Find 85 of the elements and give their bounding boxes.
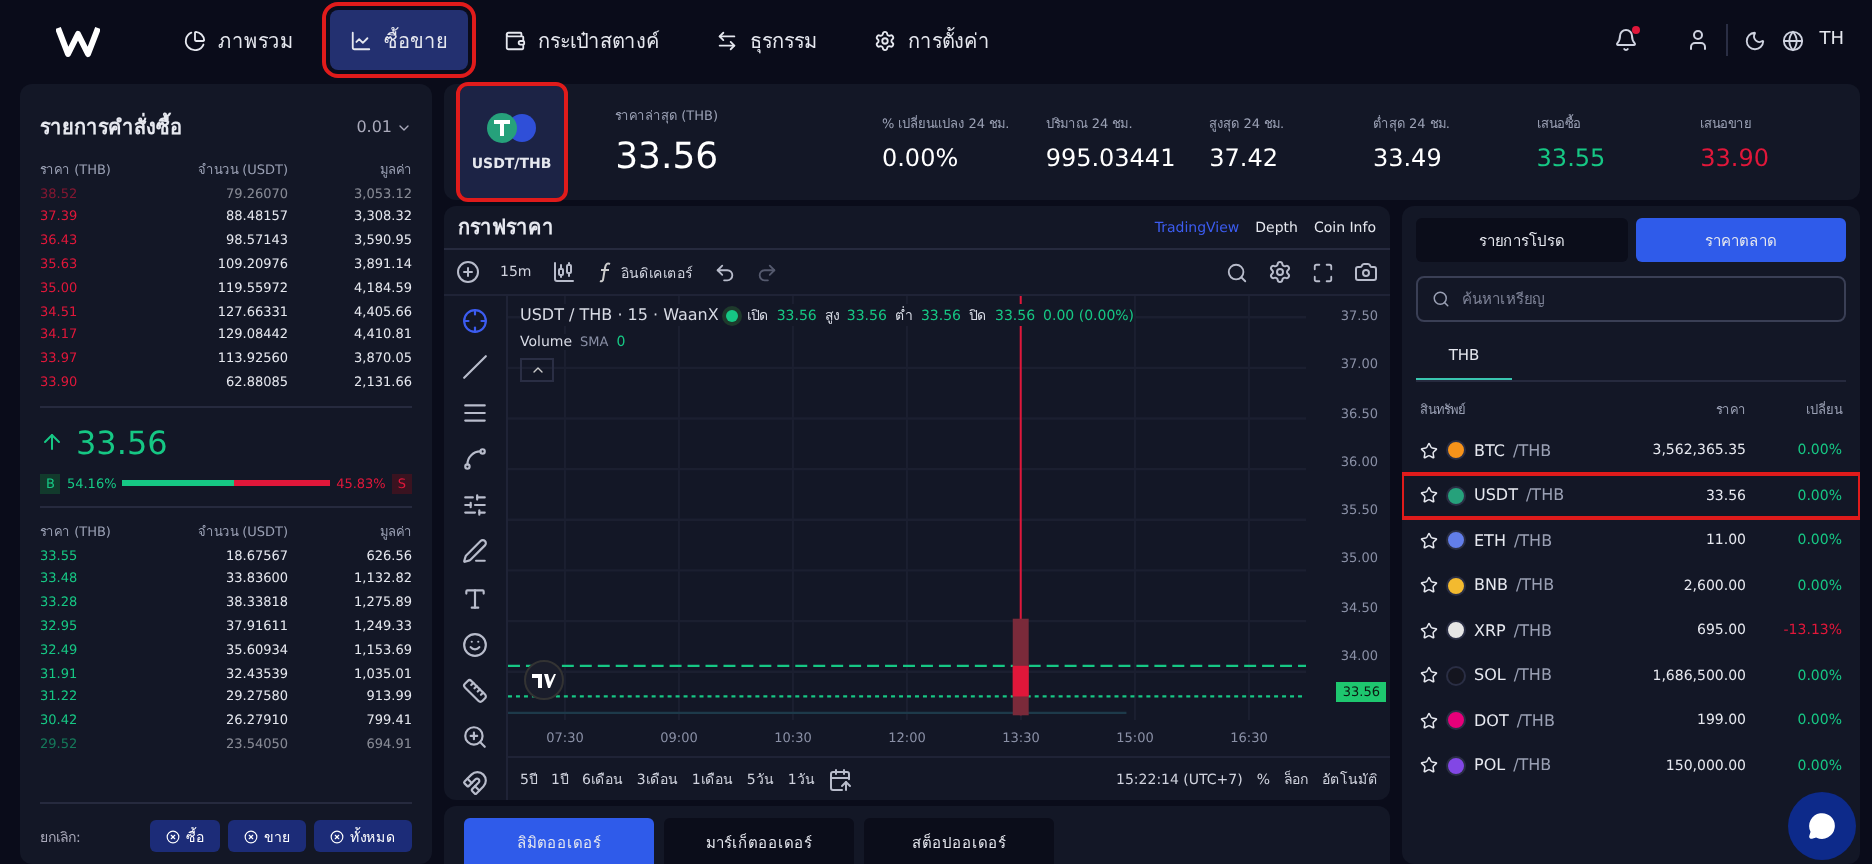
star-icon[interactable]: [1420, 531, 1438, 550]
up-arrow-icon: [40, 430, 64, 455]
nav-tab[interactable]: ธุรกรรม: [696, 10, 838, 70]
nav-tab[interactable]: กระเป๋าสตางค์: [484, 10, 680, 70]
panel-title: รายการคำสั่งซื้อ: [40, 112, 182, 142]
star-icon[interactable]: [1420, 621, 1438, 640]
undo-icon[interactable]: [713, 261, 736, 283]
pair-base: SOL: [1474, 666, 1506, 685]
nav-tab[interactable]: ภาพรวม: [164, 10, 314, 70]
settings-icon[interactable]: [1268, 260, 1292, 284]
lines-tool-icon[interactable]: [462, 400, 488, 427]
pair-quote: /THB: [1513, 666, 1552, 685]
pair-quote: /THB: [1525, 486, 1565, 505]
cancel-icon: [244, 829, 258, 843]
transfer-arrows-icon: [716, 29, 738, 51]
redo-icon[interactable]: [755, 261, 778, 283]
stat-value: 37.42: [1209, 143, 1280, 171]
stat-value: 33.56: [615, 136, 721, 178]
logo-icon[interactable]: [56, 22, 100, 58]
pair-quote: /THB: [1513, 441, 1552, 460]
settings-icon: [874, 29, 896, 51]
globe-icon[interactable]: [1781, 29, 1804, 51]
stat-value: 0.00%: [881, 143, 961, 171]
stat-value: 33.49: [1372, 143, 1444, 171]
logo-mark-icon: [532, 673, 556, 687]
cancel-icon: [330, 829, 344, 843]
wallet-icon: [504, 29, 526, 51]
brush-icon[interactable]: [462, 538, 488, 565]
symbol-label: USDT / THB · 15 · WaanX: [520, 306, 719, 324]
line-chart-icon: [350, 29, 372, 51]
pair-base: USDT: [1474, 486, 1518, 505]
collapse-button[interactable]: [520, 358, 554, 382]
pair-quote: /THB: [1515, 576, 1555, 595]
pair-quote: /THB: [1513, 531, 1553, 550]
function-icon: [595, 260, 616, 284]
bell-icon[interactable]: [1613, 28, 1638, 52]
line-tool-icon[interactable]: [462, 354, 488, 381]
stat-value: 33.55: [1536, 143, 1608, 171]
stat-value: 995.03441: [1045, 143, 1178, 171]
chat-bubble-icon: [1808, 812, 1836, 840]
camera-icon[interactable]: [1354, 260, 1378, 284]
last-price: 33.56: [76, 423, 168, 462]
zoom-icon[interactable]: [462, 723, 488, 750]
add-icon[interactable]: [456, 260, 480, 284]
precision-dropdown[interactable]: 0.01: [356, 118, 412, 136]
moon-icon[interactable]: [1743, 29, 1766, 51]
language-selector[interactable]: TH: [1819, 30, 1844, 50]
ruler-icon[interactable]: [462, 677, 488, 704]
emoji-icon[interactable]: [462, 631, 488, 658]
pair-base: POL: [1474, 756, 1506, 775]
star-icon[interactable]: [1420, 711, 1438, 730]
star-icon[interactable]: [1420, 666, 1438, 685]
stat-value: 33.90: [1700, 143, 1771, 171]
panel-title: กราฟราคา: [458, 216, 554, 242]
pair-quote: /THB: [1513, 621, 1552, 640]
pair-quote: /THB: [1513, 756, 1552, 775]
magnet-icon[interactable]: [462, 769, 488, 796]
pair-base: BNB: [1474, 576, 1508, 595]
pie-chart-icon: [184, 29, 206, 51]
pair-base: DOT: [1474, 711, 1509, 730]
fullscreen-icon[interactable]: [1312, 261, 1334, 283]
pattern-tool-icon[interactable]: [462, 446, 488, 473]
cancel-icon: [166, 829, 180, 843]
coin-pair-icon: [481, 112, 542, 144]
search-icon: [1432, 290, 1450, 308]
crosshair-icon[interactable]: [462, 308, 488, 334]
star-icon[interactable]: [1420, 756, 1438, 775]
pair-quote: /THB: [1516, 711, 1555, 730]
star-icon[interactable]: [1420, 576, 1438, 595]
pair-base: BTC: [1474, 441, 1505, 460]
pair-base: XRP: [1474, 621, 1506, 640]
star-icon[interactable]: [1420, 441, 1438, 460]
search-icon[interactable]: [1226, 261, 1248, 283]
candlestick-icon[interactable]: [551, 260, 576, 284]
live-indicator: [726, 309, 739, 321]
pair-base: ETH: [1474, 531, 1506, 550]
star-icon[interactable]: [1420, 486, 1438, 505]
chevron-up-icon: [529, 362, 545, 378]
user-icon[interactable]: [1685, 28, 1710, 52]
text-tool-icon[interactable]: [462, 585, 488, 612]
nav-tab[interactable]: การตั้งค่า: [854, 10, 1010, 70]
chat-button[interactable]: [1788, 792, 1856, 860]
calendar-icon[interactable]: [828, 767, 853, 791]
nav-tab[interactable]: ซื้อขาย: [330, 10, 468, 70]
levels-tool-icon[interactable]: [462, 492, 488, 519]
